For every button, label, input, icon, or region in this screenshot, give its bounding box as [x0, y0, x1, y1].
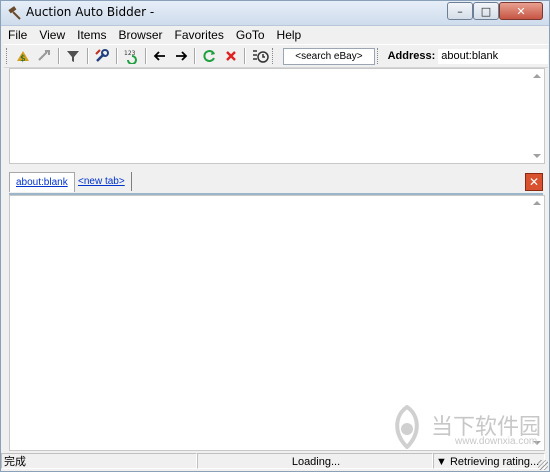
search-ebay-input[interactable]: <search eBay>: [283, 47, 375, 65]
toolbar-grip[interactable]: [6, 48, 10, 64]
menu-browser[interactable]: Browser: [111, 26, 167, 44]
watermark: 当下软件园 www.downxia.com: [387, 404, 547, 453]
main-window: Auction Auto Bidder - – □ ✕ File View It…: [0, 0, 550, 472]
tab-about-blank[interactable]: about:blank: [9, 172, 75, 192]
items-list-pane[interactable]: [9, 68, 545, 164]
browser-tabstrip: about:blank <new tab> ✕: [9, 167, 543, 195]
toolbar: $ 123 <search eBay> Address: about:blank: [4, 44, 549, 68]
schedule-icon[interactable]: [249, 46, 270, 66]
window-title: Auction Auto Bidder -: [26, 5, 155, 19]
watermark-url: www.downxia.com: [455, 436, 538, 447]
title-bar: Auction Auto Bidder - – □ ✕: [1, 1, 549, 26]
svg-text:$: $: [20, 54, 26, 64]
menu-help[interactable]: Help: [270, 26, 307, 44]
tab-new[interactable]: <new tab>: [72, 172, 132, 191]
address-label: Address:: [387, 50, 436, 62]
scroll-up-icon[interactable]: [533, 74, 541, 78]
status-middle: Loading...: [197, 453, 433, 469]
resize-grip-icon[interactable]: [538, 460, 548, 470]
status-bar: 完成 Loading... ▼ Retrieving rating...: [1, 451, 549, 471]
toolbar-separator: [244, 48, 247, 64]
toolbar-separator: [194, 48, 197, 64]
refresh-list-icon[interactable]: 123: [121, 46, 142, 66]
status-right-text: Retrieving rating...: [449, 456, 540, 468]
maximize-button[interactable]: □: [473, 2, 499, 20]
menu-goto[interactable]: GoTo: [229, 26, 270, 44]
toolbar-grip[interactable]: [376, 48, 381, 64]
toolbar-separator: [57, 48, 60, 64]
menu-view[interactable]: View: [32, 26, 70, 44]
stop-icon[interactable]: [220, 46, 241, 66]
back-icon[interactable]: [150, 46, 171, 66]
close-button[interactable]: ✕: [499, 2, 543, 20]
menu-favorites[interactable]: Favorites: [168, 26, 229, 44]
items-scrollbar[interactable]: [530, 69, 544, 163]
status-right: ▼ Retrieving rating...: [433, 453, 545, 469]
reload-icon[interactable]: [199, 46, 220, 66]
toolbar-separator: [115, 48, 118, 64]
status-left: 完成: [1, 453, 197, 469]
toolbar-grip[interactable]: [272, 48, 276, 64]
filter-icon[interactable]: [63, 46, 84, 66]
tools-icon[interactable]: [92, 46, 113, 66]
toolbar-separator: [144, 48, 147, 64]
menu-bar: File View Items Browser Favorites GoTo H…: [1, 26, 549, 44]
menu-items[interactable]: Items: [70, 26, 111, 44]
scroll-down-icon[interactable]: [533, 154, 541, 158]
snipe-icon[interactable]: [34, 46, 55, 66]
minimize-button[interactable]: –: [447, 2, 473, 20]
toolbar-separator: [86, 48, 89, 64]
scroll-up-icon[interactable]: [533, 201, 541, 205]
address-input[interactable]: about:blank: [438, 48, 549, 64]
dropdown-arrow-icon[interactable]: ▼: [436, 456, 450, 468]
forward-icon[interactable]: [170, 46, 191, 66]
gavel-icon: [8, 6, 21, 20]
bid-icon[interactable]: $: [13, 46, 34, 66]
watermark-logo-icon: [395, 404, 419, 450]
menu-file[interactable]: File: [1, 26, 32, 44]
close-tab-icon[interactable]: ✕: [525, 173, 543, 191]
